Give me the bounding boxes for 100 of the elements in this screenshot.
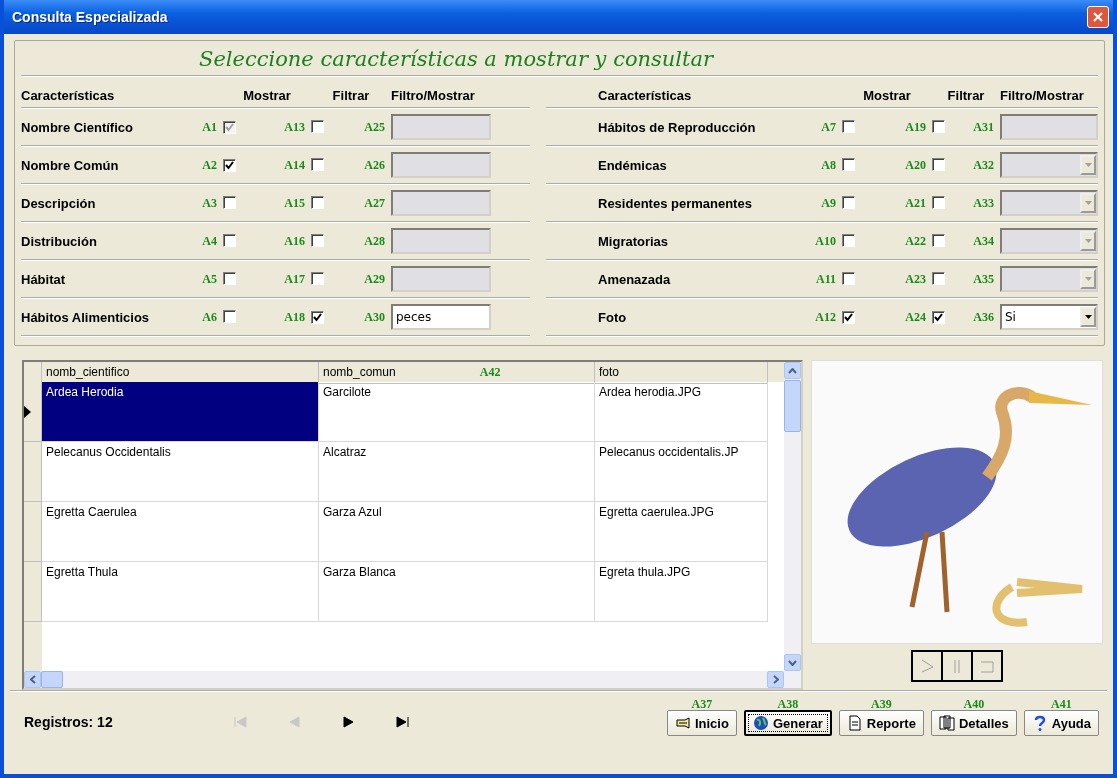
text-field[interactable] <box>391 228 491 254</box>
action-button[interactable]: Generar <box>743 710 832 736</box>
column-header: Características <box>598 87 693 103</box>
action-button[interactable]: Reporte <box>838 710 924 736</box>
records-count: Registros: 12 <box>24 714 114 732</box>
field-tag: A11 <box>808 271 842 287</box>
documents-icon <box>938 715 955 731</box>
stop-icon <box>979 658 995 674</box>
last-button[interactable] <box>396 716 410 728</box>
field-tag: A25 <box>347 119 391 135</box>
field-tag: A36 <box>960 309 1000 325</box>
field-tag: A22 <box>892 233 932 249</box>
filter-checkbox[interactable] <box>311 195 324 209</box>
table-cell[interactable]: Ardea herodia.JPG <box>595 382 768 442</box>
row-header[interactable] <box>24 382 42 442</box>
field-tag: A40 <box>963 699 985 710</box>
field-tag: A27 <box>347 195 391 211</box>
field-tag: A9 <box>808 195 842 211</box>
show-checkbox[interactable] <box>223 309 236 323</box>
filter-checkbox[interactable] <box>932 310 945 324</box>
filter-checkbox[interactable] <box>311 119 324 133</box>
close-icon <box>1091 10 1105 24</box>
caret-icon <box>1080 193 1096 213</box>
characteristic-label: Nombre Científico <box>21 119 134 135</box>
column-header: Filtrar <box>331 87 371 103</box>
field-tag: A24 <box>892 309 932 325</box>
field-tag: A23 <box>892 271 932 287</box>
field-tag: A8 <box>808 157 842 173</box>
characteristic-label: Distribución <box>21 233 98 249</box>
show-checkbox[interactable] <box>842 233 855 247</box>
scroll-left-button[interactable] <box>24 671 41 688</box>
field-tag: A17 <box>271 271 311 287</box>
next-button[interactable] <box>342 716 356 728</box>
field-tag: A42 <box>479 365 501 380</box>
show-checkbox[interactable] <box>223 271 236 285</box>
show-checkbox[interactable] <box>223 233 236 247</box>
show-checkbox[interactable] <box>842 119 855 133</box>
table-cell[interactable]: Egretta Caerulea <box>42 502 319 562</box>
filter-checkbox[interactable] <box>311 157 324 171</box>
scroll-up-button[interactable] <box>784 362 801 379</box>
field-tag: A2 <box>191 157 223 173</box>
characteristic-label: Nombre Común <box>21 157 120 173</box>
field-tag: A6 <box>191 309 223 325</box>
table-cell[interactable]: Egreta thula.JPG <box>595 562 768 622</box>
filter-checkbox[interactable] <box>932 157 945 171</box>
table-cell[interactable]: Garza Azul <box>319 502 595 562</box>
close-button[interactable] <box>1087 6 1109 28</box>
action-button[interactable]: Inicio <box>666 710 737 736</box>
field-tag: A19 <box>892 119 932 135</box>
filter-checkbox[interactable] <box>932 195 945 209</box>
panel-title: Seleccione características a mostrar y consultar <box>21 41 1098 77</box>
show-checkbox[interactable] <box>223 158 236 172</box>
field-tag: A5 <box>191 271 223 287</box>
scrollbar-thumb[interactable] <box>784 380 801 432</box>
text-field[interactable] <box>1000 114 1098 140</box>
dropdown[interactable]: Si <box>1000 304 1098 330</box>
show-checkbox[interactable] <box>842 195 855 209</box>
field-tag: A15 <box>271 195 311 211</box>
scroll-down-button[interactable] <box>784 654 801 671</box>
table-cell[interactable]: Pelecanus Occidentalis <box>42 442 319 502</box>
table-cell[interactable]: Garza Blanca <box>319 562 595 622</box>
text-field[interactable]: peces <box>391 304 491 330</box>
characteristic-label: Amenazada <box>598 271 672 287</box>
document-icon <box>846 715 863 731</box>
text-field[interactable] <box>391 266 491 292</box>
show-checkbox[interactable] <box>842 310 855 324</box>
characteristic-label: Hábitos de Reproducción <box>598 119 757 135</box>
show-checkbox[interactable] <box>223 195 236 209</box>
dropdown[interactable] <box>1000 190 1098 216</box>
table-cell[interactable]: Egretta caerulea.JPG <box>595 502 768 562</box>
action-button[interactable]: Ayuda <box>1023 710 1099 736</box>
filter-checkbox[interactable] <box>932 271 945 285</box>
dropdown[interactable] <box>1000 228 1098 254</box>
dropdown[interactable] <box>1000 152 1098 178</box>
filter-checkbox[interactable] <box>311 310 324 324</box>
scrollbar-thumb[interactable] <box>41 671 63 688</box>
table-cell[interactable]: Egretta Thula <box>42 562 319 622</box>
action-button[interactable]: Detalles <box>930 710 1017 736</box>
dropdown[interactable] <box>1000 266 1098 292</box>
column-header: Filtro/Mostrar <box>391 87 476 103</box>
table-cell[interactable]: Garcilote <box>319 382 595 442</box>
text-field[interactable] <box>391 152 491 178</box>
scroll-right-button[interactable] <box>767 671 784 688</box>
column-header: Mostrar <box>862 87 912 103</box>
filter-checkbox[interactable] <box>932 119 945 133</box>
field-tag: A16 <box>271 233 311 249</box>
text-field[interactable] <box>391 114 491 140</box>
filter-checkbox[interactable] <box>932 233 945 247</box>
column-header: foto <box>599 365 619 380</box>
show-checkbox[interactable] <box>842 271 855 285</box>
table-cell[interactable]: Ardea Herodia <box>42 382 319 442</box>
text-field[interactable] <box>391 190 491 216</box>
filter-checkbox[interactable] <box>311 233 324 247</box>
show-checkbox[interactable] <box>842 157 855 171</box>
table-cell[interactable]: Pelecanus occidentalis.JP <box>595 442 768 502</box>
table-cell[interactable]: Alcatraz <box>319 442 595 502</box>
field-tag: A13 <box>271 119 311 135</box>
characteristic-label: Hábitos Alimenticios <box>21 309 151 325</box>
filter-checkbox[interactable] <box>311 271 324 285</box>
field-tag: A30 <box>347 309 391 325</box>
